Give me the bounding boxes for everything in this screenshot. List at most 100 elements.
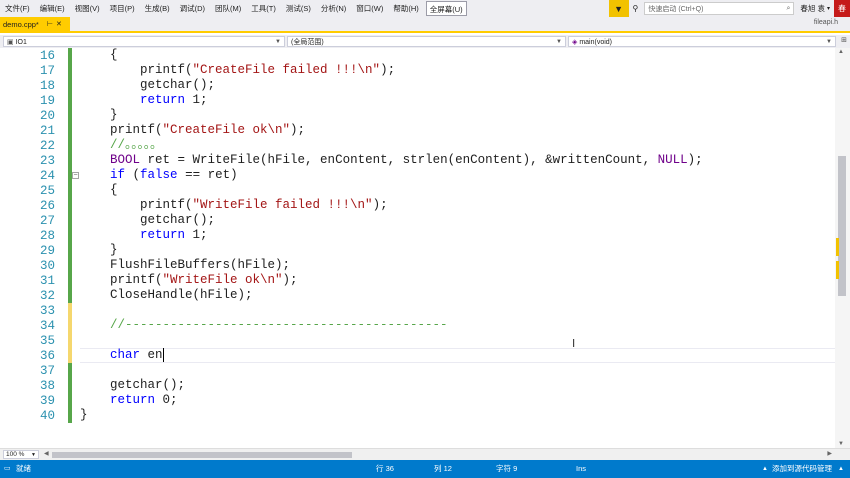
code-line[interactable]: CloseHandle(hFile); bbox=[80, 288, 835, 303]
code-line[interactable]: getchar(); bbox=[80, 378, 835, 393]
menu-view[interactable]: 视图(V) bbox=[70, 0, 105, 17]
line-number: 19 bbox=[0, 93, 68, 108]
change-marker bbox=[68, 108, 72, 123]
code-line[interactable] bbox=[80, 303, 835, 318]
code-area[interactable]: { printf("CreateFile failed !!!\n"); get… bbox=[80, 48, 835, 423]
code-line[interactable]: { bbox=[80, 183, 835, 198]
quick-launch-input[interactable]: 快速启动 (Ctrl+Q) ⌕ bbox=[644, 2, 795, 15]
code-token: 1; bbox=[185, 93, 208, 107]
code-line[interactable]: { bbox=[80, 48, 835, 63]
menu-build[interactable]: 生成(B) bbox=[140, 0, 175, 17]
code-line[interactable]: printf("CreateFile ok\n"); bbox=[80, 123, 835, 138]
menu-test[interactable]: 测试(S) bbox=[281, 0, 316, 17]
code-line[interactable]: getchar(); bbox=[80, 78, 835, 93]
chevron-down-icon: ▼ bbox=[31, 452, 36, 458]
line-number-text: 19 bbox=[39, 93, 55, 108]
scroll-left-icon[interactable]: ◀ bbox=[44, 450, 49, 457]
tab-fileapi-h[interactable]: fileapi.h bbox=[814, 19, 838, 26]
user-name[interactable]: 春旭 袁 bbox=[800, 3, 825, 14]
chevron-up-icon[interactable]: ▲ bbox=[838, 460, 844, 478]
menu-team[interactable]: 团队(M) bbox=[210, 0, 246, 17]
code-line[interactable]: return 1; bbox=[80, 228, 835, 243]
status-mode[interactable]: Ins bbox=[576, 460, 586, 478]
code-line[interactable]: //--------------------------------------… bbox=[80, 318, 835, 333]
line-number-text: 16 bbox=[39, 48, 55, 63]
code-line[interactable]: printf("WriteFile failed !!!\n"); bbox=[80, 198, 835, 213]
code-token: getchar(); bbox=[80, 213, 216, 227]
code-line[interactable]: } bbox=[80, 108, 835, 123]
menu-bar: 文件(F) 编辑(E) 视图(V) 项目(P) 生成(B) 调试(D) 团队(M… bbox=[0, 0, 850, 17]
line-number: 32 bbox=[0, 288, 68, 303]
menu-help[interactable]: 帮助(H) bbox=[388, 0, 423, 17]
line-number: 25 bbox=[0, 183, 68, 198]
project-dropdown[interactable]: ▣ IO1 ▼ bbox=[3, 36, 285, 47]
scroll-right-icon[interactable]: ▶ bbox=[827, 450, 832, 457]
line-number-text: 27 bbox=[39, 213, 55, 228]
horizontal-scroll-thumb[interactable] bbox=[52, 452, 352, 458]
pin-icon[interactable]: ⊢ bbox=[47, 20, 53, 28]
line-number: 30 bbox=[0, 258, 68, 273]
menu-edit[interactable]: 编辑(E) bbox=[35, 0, 70, 17]
change-marker bbox=[68, 258, 72, 273]
navigation-bar: ▣ IO1 ▼ (全局范围) ▼ ◈ main(void) ▼ ⊞ bbox=[0, 35, 850, 48]
code-token: return bbox=[140, 228, 186, 242]
menu-tools[interactable]: 工具(T) bbox=[246, 0, 281, 17]
change-marker bbox=[68, 303, 72, 318]
line-number-text: 40 bbox=[39, 408, 55, 423]
menu-fullscreen[interactable]: 全屏幕(U) bbox=[425, 1, 467, 16]
line-number: 17 bbox=[0, 63, 68, 78]
split-icon[interactable]: ⊞ bbox=[841, 36, 847, 44]
vertical-scrollbar[interactable]: ▲ ▼ bbox=[835, 48, 850, 448]
code-line[interactable]: FlushFileBuffers(hFile); bbox=[80, 258, 835, 273]
menu-debug[interactable]: 调试(D) bbox=[175, 0, 210, 17]
status-column[interactable]: 列 12 bbox=[434, 460, 452, 478]
status-char[interactable]: 字符 9 bbox=[496, 460, 517, 478]
document-tab-row: demo.cpp* ⊢ ✕ fileapi.h bbox=[0, 17, 850, 33]
scope-dropdown[interactable]: (全局范围) ▼ bbox=[287, 36, 566, 47]
zoom-dropdown[interactable]: 100 % ▼ bbox=[3, 450, 39, 459]
menu-analyze[interactable]: 分析(N) bbox=[316, 0, 351, 17]
code-editor[interactable]: 16 17 18 19 20 21 22 23 24 25 26 27 28 29 30 31 32 33 34 35… bbox=[0, 48, 850, 448]
code-line[interactable]: //。。。。。 bbox=[80, 138, 835, 153]
code-line[interactable]: BOOL ret = WriteFile(hFile, enContent, s… bbox=[80, 153, 835, 168]
change-marker bbox=[68, 153, 72, 168]
code-line[interactable]: if (false == ret) bbox=[80, 168, 835, 183]
menu-project[interactable]: 项目(P) bbox=[105, 0, 140, 17]
function-dropdown[interactable]: ◈ main(void) ▼ bbox=[568, 36, 836, 47]
code-line[interactable]: getchar(); bbox=[80, 213, 835, 228]
tab-label: demo.cpp* bbox=[3, 19, 39, 29]
feedback-icon[interactable]: ⚲ bbox=[633, 4, 639, 13]
scroll-down-icon[interactable]: ▼ bbox=[838, 441, 844, 447]
line-number-text: 22 bbox=[39, 138, 55, 153]
line-number-text: 24 bbox=[39, 168, 55, 183]
line-number-text: 17 bbox=[39, 63, 55, 78]
fold-toggle-icon[interactable]: − bbox=[72, 172, 79, 179]
code-line[interactable]: } bbox=[80, 243, 835, 258]
change-marker bbox=[68, 318, 72, 333]
change-marker bbox=[68, 363, 72, 378]
line-number: 34 bbox=[0, 318, 68, 333]
code-line[interactable]: printf("WriteFile ok\n"); bbox=[80, 273, 835, 288]
code-line[interactable]: printf("CreateFile failed !!!\n"); bbox=[80, 63, 835, 78]
chevron-down-icon[interactable]: ▾ bbox=[827, 5, 830, 12]
code-line[interactable]: char en bbox=[80, 348, 835, 363]
code-line[interactable]: return 0; bbox=[80, 393, 835, 408]
filter-icon[interactable]: ▼ bbox=[608, 0, 629, 17]
menu-file[interactable]: 文件(F) bbox=[0, 0, 35, 17]
vertical-scroll-thumb[interactable] bbox=[838, 156, 846, 296]
code-line[interactable] bbox=[80, 333, 835, 348]
tab-demo-cpp[interactable]: demo.cpp* ⊢ ✕ bbox=[0, 17, 70, 31]
code-line[interactable]: return 1; bbox=[80, 93, 835, 108]
code-token: printf( bbox=[80, 123, 163, 137]
close-icon[interactable]: ✕ bbox=[56, 20, 62, 28]
line-number: 29 bbox=[0, 243, 68, 258]
status-line[interactable]: 行 36 bbox=[376, 460, 394, 478]
code-line[interactable] bbox=[80, 363, 835, 378]
menu-window[interactable]: 窗口(W) bbox=[351, 0, 388, 17]
avatar[interactable]: 春 bbox=[834, 0, 850, 17]
add-to-source-control-button[interactable]: 添加到源代码管理 bbox=[772, 460, 832, 478]
line-number: 24 bbox=[0, 168, 68, 183]
scroll-up-icon[interactable]: ▲ bbox=[838, 49, 844, 55]
code-line[interactable]: } bbox=[80, 408, 835, 423]
